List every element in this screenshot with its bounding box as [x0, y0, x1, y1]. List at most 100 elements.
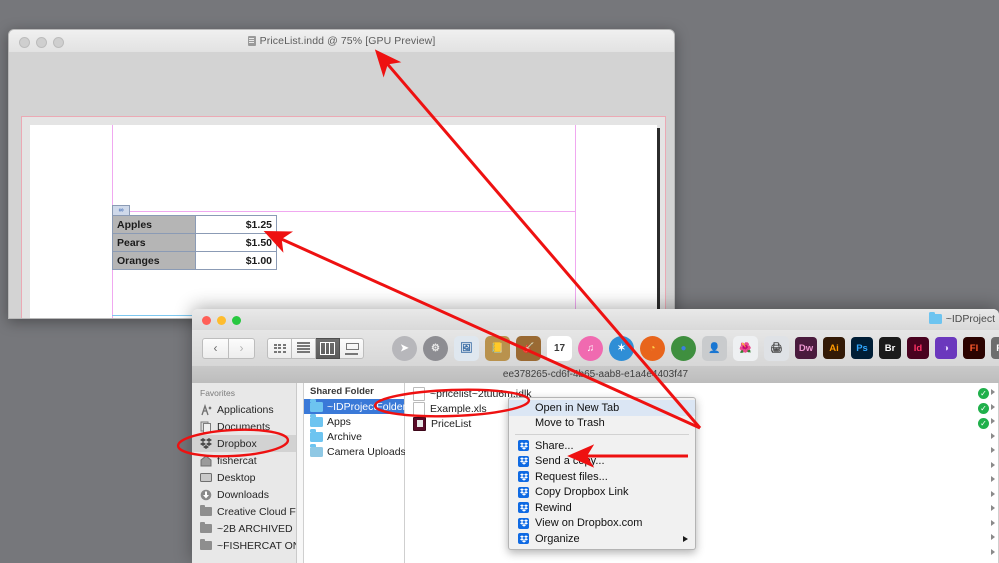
margin-guide-top: [112, 211, 576, 212]
file-list-item[interactable]: Example.xls✓: [405, 401, 998, 416]
safari-icon[interactable]: ✶: [609, 336, 634, 361]
printer-icon[interactable]: 🖨: [764, 336, 789, 361]
contacts-icon[interactable]: 📒: [485, 336, 510, 361]
itunes-icon[interactable]: ♫: [578, 336, 603, 361]
indesign-canvas[interactable]: ∞ Apples $1.25 Pears $1.50 Oranges: [9, 52, 674, 318]
folder-list-item[interactable]: Archive: [304, 429, 404, 444]
menu-item-send-a-copy[interactable]: Send a copy...: [509, 454, 695, 470]
view-mode-buttons[interactable]: [267, 338, 364, 359]
icon-view-button[interactable]: [267, 338, 292, 359]
bridge-icon[interactable]: Br: [879, 337, 901, 359]
sidebar-item-label: ~2B ARCHIVED: [217, 523, 293, 535]
garageband-icon[interactable]: 🎸: [516, 336, 541, 361]
forward-button[interactable]: ›: [229, 338, 255, 359]
preview-icon[interactable]: 🖼: [454, 336, 479, 361]
file-list[interactable]: ~pricelist~2tuu6m.idlk✓Example.xls✓Price…: [405, 383, 998, 431]
back-button[interactable]: ‹: [202, 338, 229, 359]
firefox-icon[interactable]: ◔: [640, 336, 665, 361]
sidebar-item-list[interactable]: ApplicationsDocumentsDropbox fishercat Des…: [192, 401, 296, 554]
list-view-button[interactable]: [292, 338, 316, 359]
disclosure-arrow-icon: [991, 549, 995, 555]
table-row[interactable]: Apples $1.25: [113, 216, 277, 234]
navigation-buttons[interactable]: ‹ ›: [202, 338, 255, 359]
table-row[interactable]: Pears $1.50: [113, 234, 277, 252]
close-button[interactable]: [19, 37, 30, 48]
photos-icon[interactable]: 🌺: [733, 336, 758, 361]
file-list-item[interactable]: PriceList✓: [405, 416, 998, 431]
folder-item-label: Camera Uploads: [327, 446, 406, 458]
zoom-button[interactable]: [53, 37, 64, 48]
menu-item-label: Move to Trash: [535, 417, 605, 429]
flash-builder-icon[interactable]: Fb: [991, 337, 999, 359]
sidebar-item-fishercat-ongoing[interactable]: ~FISHERCAT ONGOING: [192, 537, 296, 554]
menu-item-label: Share...: [535, 440, 574, 452]
menu-item-view-on-dropbox-com[interactable]: View on Dropbox.com: [509, 516, 695, 532]
indesign-window[interactable]: PriceList.indd @ 75% [GPU Preview] ∞ App…: [8, 29, 675, 319]
minimize-button[interactable]: [217, 316, 226, 325]
finder-toolbar[interactable]: ‹ › ➤⚙🖼📒🎸17♫✶◔●👤🌺🖨DwAiPsBrId◑FlFbRu: [192, 330, 999, 367]
indesign-icon: [413, 417, 426, 431]
disclosure-arrow-icon: [991, 520, 995, 526]
column-view-button[interactable]: [316, 338, 340, 359]
chrome-icon[interactable]: ●: [671, 336, 696, 361]
folder-item-list[interactable]: ~IDProjectFolderApps Archive Camera Upload…: [304, 399, 404, 459]
finder-sidebar[interactable]: Favorites ApplicationsDocumentsDropboxfi…: [192, 383, 297, 563]
sidebar-item-fishercat[interactable]: fishercat: [192, 452, 296, 469]
sidebar-item-desktop[interactable]: Desktop: [192, 469, 296, 486]
menu-item-copy-dropbox-link[interactable]: Copy Dropbox Link: [509, 485, 695, 501]
menu-item-organize[interactable]: Organize: [509, 531, 695, 547]
indesign-document-icon: [248, 36, 256, 46]
price-table[interactable]: Apples $1.25 Pears $1.50 Oranges $1.00: [112, 215, 277, 270]
folder-item-label: Archive: [327, 431, 362, 443]
menu-item-rewind[interactable]: Rewind: [509, 500, 695, 516]
zoom-button[interactable]: [232, 316, 241, 325]
finder-traffic-lights[interactable]: [202, 316, 241, 325]
finder-column-shared-folder[interactable]: Shared Folder ~IDProjectFolderAppsArchiv…: [304, 383, 405, 563]
menu-item-move-to-trash[interactable]: Move to Trash: [509, 416, 695, 432]
sidebar-item-label: ~FISHERCAT ONGOING: [217, 540, 297, 552]
indesign-title: PriceList.indd @ 75% [GPU Preview]: [248, 35, 436, 47]
image-capture-icon[interactable]: 👤: [702, 336, 727, 361]
launchpad-icon[interactable]: ➤: [392, 336, 417, 361]
disclosure-arrow-column: [987, 383, 996, 563]
system-preferences-icon[interactable]: ⚙: [423, 336, 448, 361]
menu-item-request-files[interactable]: Request files...: [509, 469, 695, 485]
gallery-view-icon: [345, 342, 358, 355]
context-menu[interactable]: Open in New TabMove to Trash Share... Send…: [508, 397, 696, 550]
folder-list-item[interactable]: Apps: [304, 414, 404, 429]
folder-list-item[interactable]: ~IDProjectFolder: [304, 399, 404, 414]
desktop-icon: [200, 472, 212, 484]
menu-item-open-in-new-tab[interactable]: Open in New Tab: [509, 400, 695, 416]
flash-icon[interactable]: Fl: [963, 337, 985, 359]
minimize-button[interactable]: [36, 37, 47, 48]
sidebar-item-applications[interactable]: Applications: [192, 401, 296, 418]
indesign-traffic-lights[interactable]: [19, 37, 64, 48]
sidebar-item-2b-archived[interactable]: ~2B ARCHIVED: [192, 520, 296, 537]
sidebar-item-downloads[interactable]: Downloads: [192, 486, 296, 503]
indesign-icon[interactable]: Id: [907, 337, 929, 359]
folder-list-item[interactable]: Camera Uploads: [304, 444, 404, 459]
calendar-icon[interactable]: 17: [547, 336, 572, 361]
finder-column-files[interactable]: ~pricelist~2tuu6m.idlk✓Example.xls✓Price…: [405, 383, 999, 563]
table-row[interactable]: Oranges $1.00: [113, 252, 277, 270]
indesign-titlebar[interactable]: PriceList.indd @ 75% [GPU Preview]: [9, 30, 674, 53]
illustrator-icon[interactable]: Ai: [823, 337, 845, 359]
sidebar-item-dropbox[interactable]: Dropbox: [192, 435, 296, 452]
sidebar-item-documents[interactable]: Documents: [192, 418, 296, 435]
photoshop-icon[interactable]: Ps: [851, 337, 873, 359]
file-list-item[interactable]: ~pricelist~2tuu6m.idlk✓: [405, 386, 998, 401]
finder-column-previous[interactable]: [297, 383, 304, 563]
sidebar-item-label: fishercat: [217, 455, 257, 467]
finder-title-label: ~IDProject: [946, 313, 995, 325]
close-button[interactable]: [202, 316, 211, 325]
menu-item-share[interactable]: Share...: [509, 438, 695, 454]
dreamweaver-icon[interactable]: Dw: [795, 337, 817, 359]
finder-titlebar[interactable]: ~IDProject: [192, 309, 999, 331]
sidebar-item-creative-cloud-files[interactable]: Creative Cloud Files: [192, 503, 296, 520]
menu-separator: [515, 434, 689, 435]
indesign-page[interactable]: ∞ Apples $1.25 Pears $1.50 Oranges: [30, 125, 657, 319]
muse-icon[interactable]: ◑: [935, 337, 957, 359]
dropbox-icon: [518, 487, 529, 498]
toolbar-app-icons[interactable]: ➤⚙🖼📒🎸17♫✶◔●👤🌺🖨DwAiPsBrId◑FlFbRu: [392, 336, 999, 361]
gallery-view-button[interactable]: [340, 338, 364, 359]
